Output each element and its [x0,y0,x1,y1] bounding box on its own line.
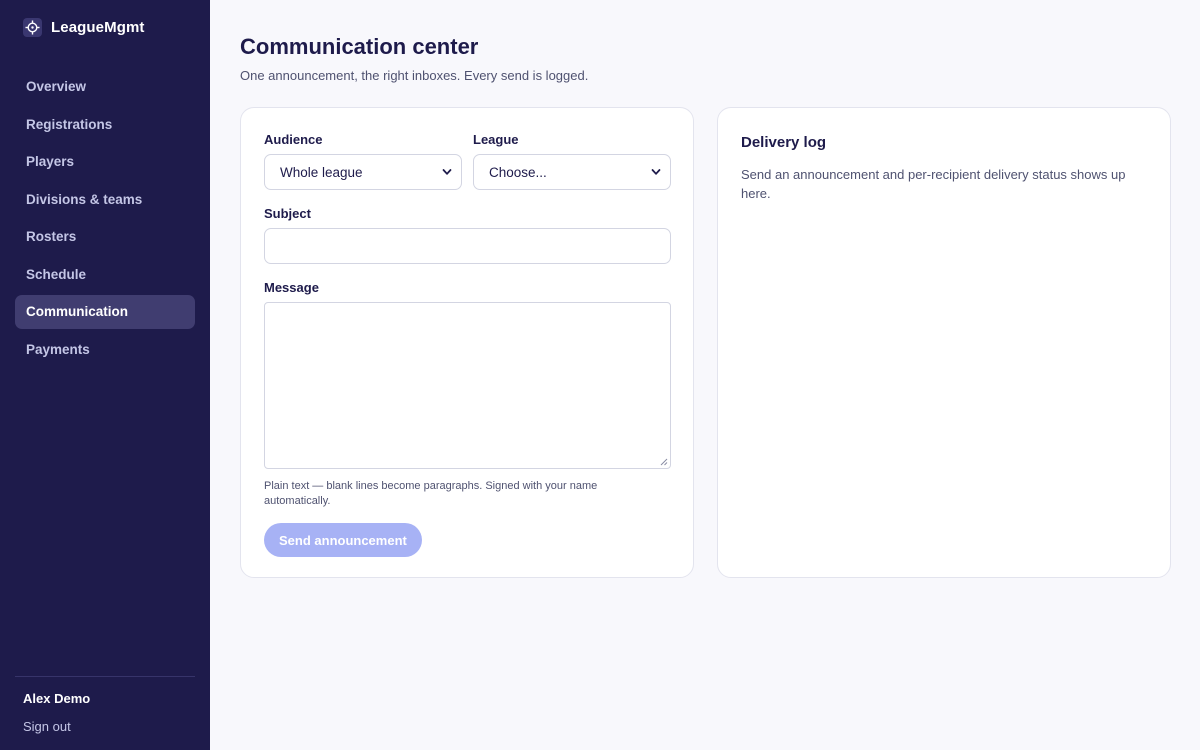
cards: Audience Whole league League Choose... S… [240,107,1171,578]
audience-league-row: Audience Whole league League Choose... [264,132,671,190]
sidebar-item-payments[interactable]: Payments [15,333,195,367]
league-field: League Choose... [473,132,671,190]
audience-select[interactable]: Whole league [264,154,462,190]
sidebar-item-players[interactable]: Players [15,145,195,179]
message-textarea[interactable] [264,302,671,469]
chevron-down-icon [442,169,452,175]
subject-label: Subject [264,206,311,221]
page-title: Communication center [240,34,479,59]
brand[interactable]: LeagueMgmt [15,15,195,39]
sidebar-item-registrations[interactable]: Registrations [15,108,195,142]
crosshair-icon [23,17,42,37]
resize-handle-icon[interactable] [660,458,668,466]
sidebar-item-divisions-teams[interactable]: Divisions & teams [15,183,195,217]
delivery-log-title: Delivery log [741,134,827,151]
sidebar-item-overview[interactable]: Overview [15,70,195,104]
audience-select-value: Whole league [280,164,363,180]
brand-name: LeagueMgmt [51,18,145,36]
chevron-down-icon [651,169,661,175]
sidebar-item-schedule[interactable]: Schedule [15,258,195,292]
sidebar-item-communication[interactable]: Communication [15,295,195,329]
audience-field: Audience Whole league [264,132,462,190]
page-subtitle: One announcement, the right inboxes. Eve… [240,68,589,83]
sidebar-footer: Alex Demo Sign out [15,676,195,734]
message-field: Message [264,280,671,469]
user-name: Alex Demo [23,691,91,706]
delivery-log-card: Delivery log Send an announcement and pe… [717,107,1171,578]
sign-out-link[interactable]: Sign out [23,719,195,734]
message-label: Message [264,280,319,295]
main-content: Communication center One announcement, t… [210,0,1200,750]
league-label: League [473,132,519,147]
league-select[interactable]: Choose... [473,154,671,190]
delivery-log-empty-state: Send an announcement and per-recipient d… [741,167,1126,201]
audience-label: Audience [264,132,323,147]
subject-field: Subject [264,206,671,264]
sidebar: LeagueMgmt Overview Registrations Player… [0,0,210,750]
sidebar-nav: Overview Registrations Players Divisions… [15,70,195,366]
send-announcement-button[interactable]: Send announcement [264,523,422,557]
sidebar-item-rosters[interactable]: Rosters [15,220,195,254]
compose-card: Audience Whole league League Choose... S… [240,107,694,578]
subject-input[interactable] [264,228,671,264]
message-hint: Plain text — blank lines become paragrap… [264,480,598,507]
league-select-value: Choose... [489,164,547,180]
